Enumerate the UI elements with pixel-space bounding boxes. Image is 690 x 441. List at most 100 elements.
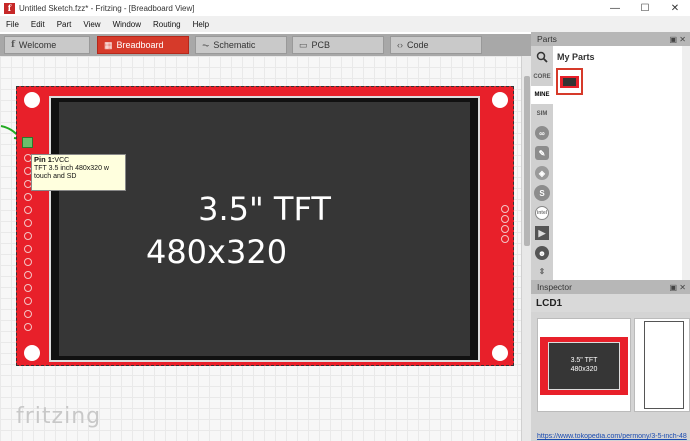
connector-pin[interactable] xyxy=(24,297,32,305)
inspector-panel-header: Inspector ▣ ✕ xyxy=(531,280,690,294)
part-url-link[interactable]: https://www.tokopedia.com/permony/3-5-in… xyxy=(537,433,690,440)
canvas-vertical-scrollbar[interactable] xyxy=(521,56,531,441)
menu-file[interactable]: File xyxy=(0,20,25,29)
more-bins-arrows[interactable]: ⇕ xyxy=(531,262,553,280)
connector-pin[interactable] xyxy=(24,284,32,292)
seeed-bin[interactable]: ◈ xyxy=(531,164,553,182)
snoo-bin[interactable]: ☻ xyxy=(531,244,553,262)
fritzing-app-icon: f xyxy=(4,2,15,14)
window-controls: — ☐ ✕ xyxy=(600,0,690,16)
right-dock: Parts ▣ ✕ CORE MINE SIM ∞ ✎ ◈ S intel ▶ … xyxy=(531,32,690,441)
connector-pin[interactable] xyxy=(501,235,509,243)
part-thumbnail-board xyxy=(560,76,579,88)
pin-tooltip: Pin 1:VCC TFT 3.5 inch 480x320 w touch a… xyxy=(31,154,126,191)
menu-help[interactable]: Help xyxy=(187,20,215,29)
code-icon: ‹› xyxy=(397,40,403,50)
tab-welcome[interactable]: f Welcome xyxy=(4,36,90,54)
fab-icon: ✎ xyxy=(535,146,549,160)
parts-scrollbar[interactable] xyxy=(682,46,690,280)
tooltip-pin-name: VCC xyxy=(54,157,70,164)
part-thumbnail-tft[interactable] xyxy=(556,68,583,95)
title-bar: f Untitled Sketch.fzz* - Fritzing - [Bre… xyxy=(0,0,690,16)
tab-label: Schematic xyxy=(213,40,256,50)
scrollbar-thumb[interactable] xyxy=(524,76,530,246)
preview-screen: 3.5" TFT 480x320 xyxy=(548,342,620,390)
schematic-outline xyxy=(644,321,684,409)
parts-panel-title: Parts xyxy=(537,34,557,44)
menu-part[interactable]: Part xyxy=(51,20,78,29)
tab-pcb[interactable]: ▭ PCB xyxy=(292,36,384,54)
connector-pin[interactable] xyxy=(24,206,32,214)
fab-bin[interactable]: ✎ xyxy=(531,144,553,162)
connector-pin[interactable] xyxy=(24,310,32,318)
pcb-icon: ▭ xyxy=(299,39,308,50)
tft-lcd-part[interactable]: 3.5" TFT 480x320 xyxy=(16,86,514,366)
preview-label-resolution: 480x320 xyxy=(570,366,598,373)
parts-bin-list: CORE MINE SIM ∞ ✎ ◈ S intel ▶ ☻ ⇕ xyxy=(531,46,553,280)
snoo-icon: ☻ xyxy=(535,246,549,260)
parts-panel-controls[interactable]: ▣ ✕ xyxy=(670,35,686,44)
tab-label: Code xyxy=(407,40,429,50)
tab-code[interactable]: ‹› Code xyxy=(390,36,482,54)
parts-search-bin[interactable] xyxy=(531,48,553,66)
menu-routing[interactable]: Routing xyxy=(147,20,187,29)
tooltip-pin-number: Pin 1: xyxy=(34,155,55,164)
infinity-icon: ∞ xyxy=(535,126,549,140)
mounting-hole xyxy=(492,92,508,108)
maximize-button[interactable]: ☐ xyxy=(630,0,660,16)
breadboard-canvas[interactable]: 3.5" TFT 480x320 Pin 1:VCC TFT 3.5 inch … xyxy=(0,56,521,441)
menu-edit[interactable]: Edit xyxy=(25,20,51,29)
inspector-schematic-preview xyxy=(634,318,690,412)
arduino-bin[interactable]: ∞ xyxy=(531,124,553,142)
breadboard-icon: ▦ xyxy=(104,39,113,50)
lcd-screen-frame: 3.5" TFT 480x320 xyxy=(49,96,480,362)
preview-board: 3.5" TFT 480x320 xyxy=(540,337,628,395)
view-tab-bar: f Welcome ▦ Breadboard ⏦ Schematic ▭ PCB… xyxy=(0,34,531,56)
play-bin[interactable]: ▶ xyxy=(531,224,553,242)
seeed-icon: ◈ xyxy=(535,166,549,180)
close-button[interactable]: ✕ xyxy=(660,0,690,16)
mounting-hole xyxy=(492,345,508,361)
tab-schematic[interactable]: ⏦ Schematic xyxy=(195,36,287,54)
connector-pin[interactable] xyxy=(501,205,509,213)
connector-pin[interactable] xyxy=(24,323,32,331)
connector-pin[interactable] xyxy=(501,215,509,223)
resistor-icon: ⏦ xyxy=(202,39,210,50)
part-thumbnail-screen xyxy=(563,78,576,86)
intel-icon: intel xyxy=(535,206,549,220)
hovered-pin-vcc[interactable] xyxy=(22,137,33,148)
inspector-panel-controls[interactable]: ▣ ✕ xyxy=(670,283,686,292)
screen-label-resolution: 480x320 xyxy=(145,233,288,271)
sparkfun-icon: S xyxy=(534,185,550,201)
fritzing-icon: f xyxy=(11,40,15,50)
inspector-part-title: LCD1 xyxy=(531,294,690,312)
inspector-area: 3.5" TFT 480x320 https://www.tokopedia.c… xyxy=(531,312,690,441)
tab-label: Breadboard xyxy=(116,40,164,50)
tab-label: Welcome xyxy=(18,40,57,50)
window-title: Untitled Sketch.fzz* - Fritzing - [Bread… xyxy=(19,3,195,13)
connector-pin[interactable] xyxy=(24,271,32,279)
mine-parts-bin[interactable]: MINE xyxy=(531,86,553,104)
connector-pin[interactable] xyxy=(24,219,32,227)
sparkfun-bin[interactable]: S xyxy=(531,184,553,202)
menu-view[interactable]: View xyxy=(77,20,106,29)
parts-panel-header: Parts ▣ ✕ xyxy=(531,32,690,46)
connector-pin[interactable] xyxy=(24,193,32,201)
fritzing-logo: fritzing xyxy=(16,404,102,429)
intel-bin[interactable]: intel xyxy=(531,204,553,222)
screen-label-size: 3.5" TFT xyxy=(198,190,331,228)
sim-parts-bin[interactable]: SIM xyxy=(531,105,553,123)
inspector-breadboard-preview: 3.5" TFT 480x320 xyxy=(537,318,631,412)
parts-bin-title: My Parts xyxy=(557,52,595,62)
mounting-hole xyxy=(24,92,40,108)
preview-label-size: 3.5" TFT xyxy=(570,357,598,364)
tab-breadboard[interactable]: ▦ Breadboard xyxy=(97,36,189,54)
connector-pin[interactable] xyxy=(501,225,509,233)
menu-window[interactable]: Window xyxy=(107,20,147,29)
core-parts-bin[interactable]: CORE xyxy=(531,68,553,86)
tab-label: PCB xyxy=(311,40,331,50)
mounting-hole xyxy=(24,345,40,361)
search-icon xyxy=(536,51,548,63)
minimize-button[interactable]: — xyxy=(600,0,630,16)
inspector-panel-title: Inspector xyxy=(537,282,572,292)
